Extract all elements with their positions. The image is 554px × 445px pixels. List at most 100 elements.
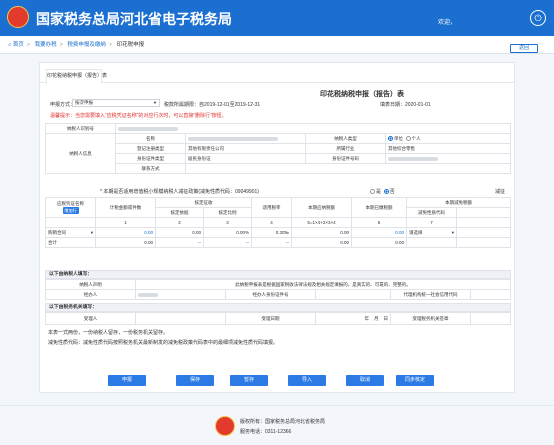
- column-number-row: 1 2 3 4 5=1×4+2×3×4 6 7: [45, 217, 511, 228]
- col-num-1: 1: [95, 217, 156, 228]
- breadcrumb-home[interactable]: 首页: [13, 42, 24, 48]
- small-scale-radios: 是 否: [370, 188, 395, 195]
- col-ratio-header: 核定比例: [203, 207, 252, 218]
- agent-code-label: 代理机构统一社会信用代码: [390, 289, 471, 300]
- taxpayer-info-table: 纳税人识别号 纳税人信息 名称 纳税人类型 单位 个人 登记注册类型 其他有限责…: [45, 123, 511, 174]
- form-panel: 印花税纳税申报（报告）表 印花税纳税申报（报告）表 申报方式： 按次申报 ▼ 税款…: [39, 62, 515, 393]
- cancel-button[interactable]: 取消: [346, 375, 384, 386]
- month-label: 月: [373, 315, 379, 321]
- day-label: 日: [383, 315, 389, 321]
- col-relief-code-header: 减免性质代码: [406, 207, 457, 218]
- relief-code-placeholder: 请选择: [409, 229, 423, 235]
- due-value: 0.00: [291, 227, 352, 238]
- note-relief-code: 减免性质代码：减免性质代码按照税务机关最新制发的减免税政策代码表中的最细项减免性…: [48, 340, 279, 346]
- site-title: 国家税务总局河北省电子税务局: [36, 11, 232, 27]
- office-seal-value: [470, 312, 511, 325]
- small-scale-question: * 本期是否适用增值税小规模纳税人减征政策(减免性质代码：09049901): [100, 189, 259, 195]
- id-type-value: 居民身份证: [185, 153, 306, 164]
- contact-label: 联系方式: [115, 163, 186, 174]
- basis-input[interactable]: 0.00: [155, 227, 204, 238]
- item-select[interactable]: 购销合同 ▾: [45, 227, 96, 238]
- declare-button[interactable]: 申报: [108, 375, 146, 386]
- handler-id-input[interactable]: [315, 289, 391, 300]
- office-seal-label: 受理税务机关签章: [390, 312, 471, 325]
- warning-tip: 温馨提示：当您需要填入“应税凭证名称”的对应行次时，可以直接“删除行”按钮。: [50, 113, 227, 119]
- col-num-5: 5=1×4+2×3×4: [291, 217, 352, 228]
- chevron-down-icon: ▾: [451, 229, 454, 235]
- year-label: 年: [364, 315, 369, 321]
- stamp-duty-table: 应税凭证名称 增加行 计税金额或件数 核定征收 适用税率 本期应纳税额 本期已缴…: [45, 197, 511, 248]
- declaration-label: 纳税人声明: [45, 279, 136, 290]
- total-due: 0.00: [291, 237, 352, 248]
- total-basis: --: [155, 237, 204, 248]
- taxpayer-section-header: 以下由纳税人填写：: [45, 270, 511, 279]
- save-button[interactable]: 保存: [176, 375, 214, 386]
- form-title: 印花税纳税申报（报告）表: [320, 91, 404, 98]
- paid-input[interactable]: 0.00: [351, 227, 407, 238]
- breadcrumb-level1[interactable]: 我要办税: [35, 42, 57, 48]
- total-rate: --: [251, 237, 292, 248]
- name-value: [185, 133, 306, 144]
- col-due-header: 本期应纳税额: [291, 197, 352, 218]
- total-label: 合计: [45, 237, 96, 248]
- handler-label: 经办人: [45, 289, 136, 300]
- industry-value: 其他综合零售: [385, 143, 511, 154]
- import-button[interactable]: 导入: [288, 375, 326, 386]
- taxpayer-type-radios: 单位 个人: [385, 133, 511, 144]
- col-num-3: 3: [203, 217, 252, 228]
- tab-stamp-duty-form[interactable]: 印花税纳税申报（报告）表: [46, 69, 107, 84]
- id-type-label: 身份证件类型: [115, 153, 186, 164]
- top-header: 国家税务总局河北省电子税务局 欢迎， ⏻: [0, 0, 554, 36]
- col-paid-header: 本期已缴税额: [351, 197, 407, 218]
- ratio-input[interactable]: 0.00%: [203, 227, 252, 238]
- type-unit-label: 单位: [394, 135, 403, 141]
- declaration-text: 此纳税申报表是根据国家税收法律法规及相关规定填报的，是真实的、可靠的、完整的。: [135, 279, 511, 290]
- taxpayer-info-label: 纳税人信息: [45, 133, 116, 174]
- action-buttons: 申报 保存 暂存 导入 取消 同步核定: [40, 375, 514, 387]
- receive-date-value: 年 月 日: [315, 312, 391, 325]
- receiver-value: [135, 312, 226, 325]
- reduce-label: 减征: [495, 189, 506, 195]
- footer-phone: 服务电话：0311-12366: [240, 429, 292, 435]
- col-item-header: 应税凭证名称 增加行: [45, 197, 96, 218]
- item-select-value: 购销合同: [48, 229, 66, 235]
- col-num-2: 2: [155, 217, 204, 228]
- tax-office-table: 受理人 受理日期 年 月 日 受理税务机关签章: [45, 312, 511, 325]
- name-label: 名称: [115, 133, 186, 144]
- industry-label: 所属行业: [305, 143, 386, 154]
- taxpayer-type-label: 纳税人类型: [305, 133, 386, 144]
- tab-bar: 印花税纳税申报（报告）表: [40, 63, 514, 84]
- logout-icon[interactable]: ⏻: [530, 10, 546, 26]
- total-row: 合计 0.00 -- -- -- 0.00 0.00: [45, 237, 511, 248]
- col-num-4: 4: [251, 217, 292, 228]
- fill-date: 填表日期：2020-01-01: [380, 102, 431, 108]
- tax-emblem-icon: [7, 6, 29, 28]
- receive-date-label: 受理日期: [225, 312, 316, 325]
- breadcrumb: ⌂ 首页 > 我要办税 > 税费申报及缴纳 > 印花税申报: [0, 36, 554, 54]
- note-copies: 本表一式两份，一份纳税人留存，一份税务机关留存。: [48, 330, 169, 336]
- id-no-value: [385, 153, 511, 164]
- breadcrumb-level2[interactable]: 税费申报及缴纳: [67, 42, 106, 48]
- radio-unit[interactable]: [388, 135, 393, 141]
- handler-value[interactable]: [135, 289, 226, 300]
- agent-code-input[interactable]: [470, 289, 511, 300]
- radio-no[interactable]: [383, 189, 389, 195]
- declare-mode-select[interactable]: 按次申报 ▼: [72, 99, 160, 107]
- col-basis-header: 核定依据: [155, 207, 204, 218]
- radio-yes[interactable]: [370, 189, 375, 195]
- radio-person[interactable]: [405, 135, 411, 141]
- col-num-6: 6: [351, 217, 407, 228]
- tax-office-section-header: 以下由税务机关填写：: [45, 303, 511, 312]
- col-rate-header: 适用税率: [251, 197, 292, 218]
- add-row-button[interactable]: 增加行: [62, 207, 79, 214]
- col-verify-header: 核定征收: [155, 197, 252, 208]
- sync-verify-button[interactable]: 同步核定: [396, 375, 434, 386]
- amount-input[interactable]: 0.00: [95, 227, 156, 238]
- breadcrumb-current: 印花税申报: [116, 42, 145, 48]
- back-button[interactable]: 返回: [510, 44, 538, 53]
- relief-code-select[interactable]: 请选择 ▾: [406, 227, 457, 238]
- temp-save-button[interactable]: 暂存: [230, 375, 268, 386]
- yes-label: 是: [376, 189, 382, 195]
- home-icon: ⌂: [8, 42, 12, 48]
- page-footer: 版权所有：国家税务总局河北省税务局 服务电话：0311-12366: [0, 405, 554, 445]
